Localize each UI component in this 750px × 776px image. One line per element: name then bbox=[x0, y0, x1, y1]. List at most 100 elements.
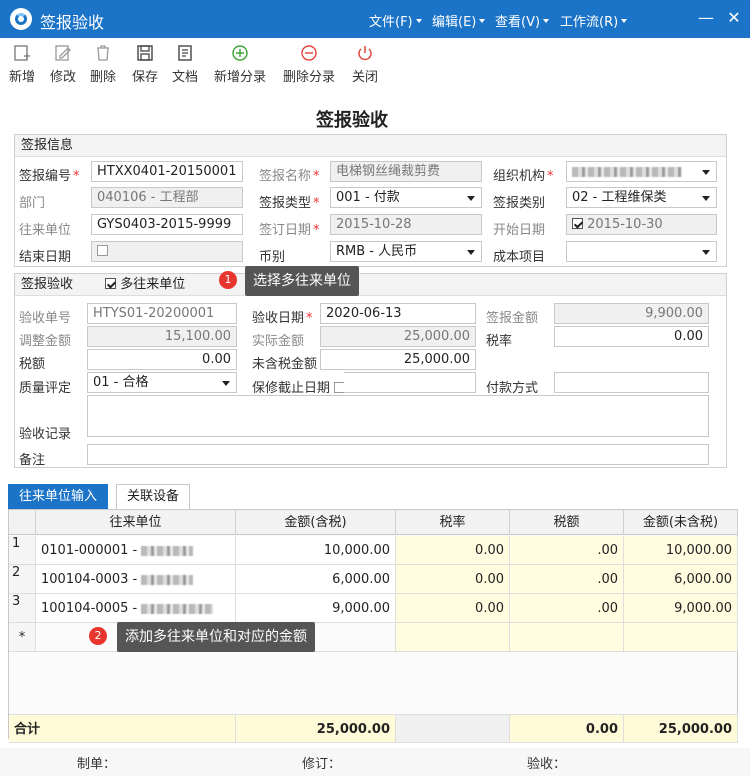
check-label: 验收： bbox=[527, 757, 567, 772]
new-button[interactable]: 新增 bbox=[9, 44, 35, 85]
actual-field: 25,000.00 bbox=[320, 326, 476, 347]
total-net: 25,000.00 bbox=[624, 714, 738, 743]
startdate-checkbox bbox=[572, 218, 583, 229]
untaxed-label: 未含税金额 bbox=[252, 357, 318, 372]
table-row-rate[interactable]: 0.00 bbox=[396, 565, 510, 594]
note-field[interactable] bbox=[87, 444, 709, 465]
delete-entry-button[interactable]: 删除分录 bbox=[283, 44, 335, 85]
record-label: 验收记录 bbox=[19, 427, 72, 442]
menu-view[interactable]: 查看(V) bbox=[495, 11, 549, 30]
table-row-rate[interactable]: 0.00 bbox=[396, 594, 510, 623]
amount-label: 签报金额 bbox=[486, 311, 539, 326]
save-button[interactable]: 保存 bbox=[132, 44, 158, 85]
costitem-select[interactable] bbox=[566, 241, 717, 262]
table-row-partner[interactable]: 100104-0005 - bbox=[36, 594, 236, 623]
quality-select[interactable]: 01 - 合格 bbox=[87, 372, 237, 393]
taxrate-label: 税率 bbox=[486, 334, 513, 349]
startdate-label: 开始日期 bbox=[493, 223, 546, 238]
document-button[interactable]: 文档 bbox=[172, 44, 198, 85]
category-select[interactable]: 02 - 工程维保类 bbox=[566, 187, 717, 208]
accept-date-field[interactable]: 2020-06-13 bbox=[320, 303, 476, 324]
menu-edit[interactable]: 编辑(E) bbox=[432, 11, 485, 30]
table-row-partner[interactable]: 0101-000001 - bbox=[36, 536, 236, 565]
untaxed-field[interactable]: 25,000.00 bbox=[320, 349, 476, 370]
add-entry-button[interactable]: 新增分录 bbox=[214, 44, 266, 85]
close-label: 关闭 bbox=[352, 70, 379, 85]
callout-tip-2: 添加多往来单位和对应的金额 bbox=[117, 622, 315, 652]
new-row-tax[interactable] bbox=[510, 623, 624, 652]
org-select[interactable] bbox=[566, 161, 717, 182]
add-circle-icon bbox=[232, 45, 248, 61]
toolbar: 新增 修改 删除 保存 文档 新增分录 删除分录 关闭 bbox=[0, 38, 750, 96]
category-label: 签报类别 bbox=[493, 196, 546, 211]
revise-label: 修订： bbox=[302, 757, 342, 772]
warranty-field[interactable] bbox=[344, 372, 476, 393]
adjust-field: 15,100.00 bbox=[87, 326, 237, 347]
edit-button[interactable]: 修改 bbox=[50, 44, 76, 85]
warranty-label: 保修截止日期 bbox=[252, 377, 346, 396]
tab-partner-input[interactable]: 往来单位输入 bbox=[8, 484, 109, 509]
org-label: 组织机构 * bbox=[493, 169, 554, 184]
type-label: 签报类型 * bbox=[259, 196, 320, 211]
table-row-net[interactable]: 9,000.00 bbox=[624, 594, 738, 623]
power-icon bbox=[358, 46, 372, 61]
table-row-tax[interactable]: .00 bbox=[510, 594, 624, 623]
multi-partner-checkbox[interactable] bbox=[105, 278, 117, 289]
grid-header-tax[interactable]: 税额 bbox=[510, 510, 624, 535]
new-row-marker: * bbox=[9, 623, 36, 652]
table-row-amount[interactable]: 9,000.00 bbox=[236, 594, 396, 623]
type-select[interactable]: 001 - 付款 bbox=[330, 187, 482, 208]
currency-select[interactable]: RMB - 人民币 bbox=[330, 241, 482, 262]
edit-label: 修改 bbox=[50, 70, 77, 85]
multi-partner-toggle[interactable]: 多往来单位 bbox=[105, 277, 185, 292]
grid-corner bbox=[9, 510, 36, 535]
total-amount: 25,000.00 bbox=[236, 714, 396, 743]
table-row-tax[interactable]: .00 bbox=[510, 536, 624, 565]
delete-button[interactable]: 删除 bbox=[90, 44, 116, 85]
table-row-partner[interactable]: 100104-0003 - bbox=[36, 565, 236, 594]
new-row-net[interactable] bbox=[624, 623, 738, 652]
tab-related-equipment[interactable]: 关联设备 bbox=[116, 484, 191, 509]
callout-badge-1: 1 bbox=[219, 271, 237, 289]
signdate-label: 签订日期 * bbox=[259, 223, 320, 238]
menu-file[interactable]: 文件(F) bbox=[369, 11, 422, 30]
name-label: 签报名称 * bbox=[259, 169, 320, 184]
new-row-rate[interactable] bbox=[396, 623, 510, 652]
new-doc-icon bbox=[14, 45, 30, 61]
table-row-net[interactable]: 6,000.00 bbox=[624, 565, 738, 594]
enddate-checkbox[interactable] bbox=[97, 245, 108, 256]
table-row-net[interactable]: 10,000.00 bbox=[624, 536, 738, 565]
code-label: 签报编号 * bbox=[19, 169, 80, 184]
save-icon bbox=[137, 45, 153, 61]
close-button[interactable]: 关闭 bbox=[352, 44, 378, 85]
actual-label: 实际金额 bbox=[252, 334, 305, 349]
menu-workflow[interactable]: 工作流(R) bbox=[560, 11, 627, 30]
add-entry-label: 新增分录 bbox=[214, 70, 267, 85]
table-row-tax[interactable]: .00 bbox=[510, 565, 624, 594]
grid-header-amount[interactable]: 金额(含税) bbox=[236, 510, 396, 535]
grid-header-rate[interactable]: 税率 bbox=[396, 510, 510, 535]
callout-badge-2: 2 bbox=[89, 627, 107, 645]
save-label: 保存 bbox=[132, 70, 159, 85]
close-window-icon[interactable]: ✕ bbox=[724, 8, 744, 28]
table-row-amount[interactable]: 6,000.00 bbox=[236, 565, 396, 594]
edit-icon bbox=[55, 45, 71, 61]
paytype-field[interactable] bbox=[554, 372, 709, 393]
partner-field[interactable]: GYS0403-2015-9999 bbox=[91, 214, 243, 235]
dept-label: 部门 bbox=[19, 196, 46, 211]
note-label: 备注 bbox=[19, 453, 46, 468]
table-row-amount[interactable]: 10,000.00 bbox=[236, 536, 396, 565]
grid-header-partner[interactable]: 往来单位 bbox=[36, 510, 236, 535]
grid-header-net[interactable]: 金额(未含税) bbox=[624, 510, 738, 535]
code-field[interactable]: HTXX0401-20150001 bbox=[91, 161, 243, 182]
document-label: 文档 bbox=[172, 70, 199, 85]
tax-field[interactable]: 0.00 bbox=[87, 349, 237, 370]
minimize-icon[interactable]: — bbox=[696, 8, 716, 28]
table-row-rate[interactable]: 0.00 bbox=[396, 536, 510, 565]
enddate-field[interactable] bbox=[91, 241, 243, 262]
redacted-partner bbox=[141, 603, 214, 614]
taxrate-field[interactable]: 0.00 bbox=[554, 326, 709, 347]
record-field[interactable] bbox=[87, 395, 709, 437]
form-heading: 签报验收 bbox=[316, 110, 388, 131]
detail-tabs: 往来单位输入 关联设备 bbox=[0, 484, 750, 509]
